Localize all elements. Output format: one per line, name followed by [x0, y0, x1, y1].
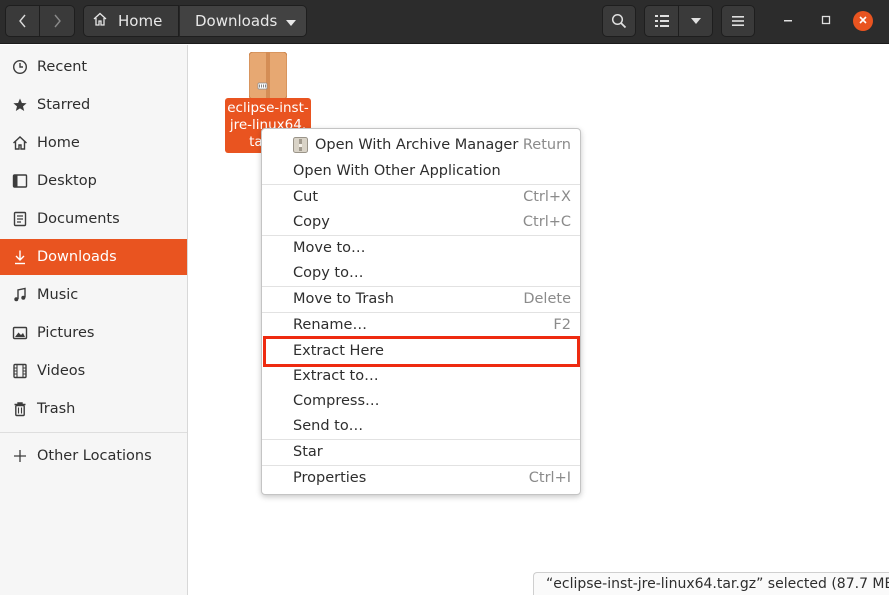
download-icon: [11, 248, 29, 266]
menu-item-label: Copy to…: [293, 265, 364, 281]
menu-item-copy-to[interactable]: Copy to…: [262, 260, 580, 286]
menu-item-open-other-application[interactable]: Open With Other Application: [262, 158, 580, 184]
menu-item-properties[interactable]: Properties Ctrl+I: [262, 465, 580, 491]
path-home-button[interactable]: Home: [83, 5, 179, 37]
menu-item-label: Properties: [293, 470, 367, 486]
sidebar-item-label: Pictures: [37, 325, 95, 341]
file-name-line: eclipse-inst-: [227, 100, 309, 116]
menu-item-send-to[interactable]: Send to…: [262, 413, 580, 439]
sidebar-item-label: Recent: [37, 59, 88, 75]
sidebar-item-recent[interactable]: Recent: [0, 49, 187, 85]
close-button[interactable]: [853, 11, 873, 31]
home-icon: [92, 11, 108, 31]
menu-item-label: Open With Other Application: [293, 163, 501, 179]
menu-item-label: Star: [293, 444, 323, 460]
search-button[interactable]: [602, 5, 636, 37]
sidebar-item-label: Documents: [37, 211, 120, 227]
sidebar-item-downloads[interactable]: Downloads: [0, 239, 187, 275]
sidebar-item-starred[interactable]: Starred: [0, 87, 187, 123]
menu-item-rename[interactable]: Rename… F2: [262, 312, 580, 338]
header-bar: Home Downloads: [0, 0, 889, 44]
caret-down-icon: [690, 18, 701, 24]
sidebar-item-trash[interactable]: Trash: [0, 391, 187, 427]
sidebar-item-other-locations[interactable]: Other Locations: [0, 438, 187, 474]
path-current-label: Downloads: [195, 12, 278, 30]
sidebar-item-label: Downloads: [37, 249, 117, 265]
menu-item-shortcut: Delete: [523, 291, 571, 307]
menu-item-label: Move to…: [293, 240, 366, 256]
view-options-button[interactable]: [679, 5, 713, 37]
back-button[interactable]: [5, 5, 40, 37]
menu-item-shortcut: Return: [522, 137, 571, 153]
extract-here-highlight-box: [263, 336, 580, 367]
sidebar-item-home[interactable]: Home: [0, 125, 187, 161]
sidebar-item-label: Music: [37, 287, 79, 303]
archive-icon[interactable]: [248, 51, 288, 100]
menu-item-label: Open With Archive Manager: [315, 137, 519, 153]
sidebar-item-label: Starred: [37, 97, 91, 113]
menu-item-compress[interactable]: Compress…: [262, 388, 580, 414]
desktop-icon: [11, 172, 29, 190]
status-overlay: “eclipse-inst-jre-linux64.tar.gz” select…: [533, 572, 889, 595]
sidebar-item-label: Trash: [37, 401, 76, 417]
sidebar-item-desktop[interactable]: Desktop: [0, 163, 187, 199]
archive-manager-icon: [293, 137, 308, 153]
search-icon: [611, 13, 627, 29]
menu-item-label: Copy: [293, 214, 330, 230]
menu-item-label: Move to Trash: [293, 291, 394, 307]
menu-item-shortcut: Ctrl+C: [522, 214, 571, 230]
path-downloads-button[interactable]: Downloads: [179, 5, 307, 37]
sidebar-item-videos[interactable]: Videos: [0, 353, 187, 389]
sidebar: Recent Starred Home Desktop Documents Do…: [0, 45, 188, 595]
minimize-button[interactable]: [778, 11, 798, 31]
menu-item-shortcut: Ctrl+X: [523, 189, 571, 205]
menu-item-move-to-trash[interactable]: Move to Trash Delete: [262, 286, 580, 312]
video-icon: [11, 362, 29, 380]
sidebar-item-label: Other Locations: [37, 448, 152, 464]
menu-item-label: Rename…: [293, 317, 367, 333]
document-icon: [11, 210, 29, 228]
menu-item-label: Extract to…: [293, 368, 379, 384]
sidebar-item-music[interactable]: Music: [0, 277, 187, 313]
home-icon: [11, 134, 29, 152]
plus-icon: [11, 447, 29, 465]
minimize-icon: [783, 13, 793, 29]
trash-icon: [11, 400, 29, 418]
menu-item-open-archive-manager[interactable]: Open With Archive Manager Return: [262, 132, 580, 158]
menu-item-shortcut: F2: [553, 317, 571, 333]
sidebar-item-label: Videos: [37, 363, 86, 379]
sidebar-item-label: Desktop: [37, 173, 97, 189]
hamburger-icon: [732, 16, 744, 26]
main-menu-button[interactable]: [721, 5, 755, 37]
caret-down-icon: [286, 12, 296, 30]
menu-item-label: Cut: [293, 189, 318, 205]
menu-item-label: Compress…: [293, 393, 380, 409]
chevron-left-icon: [18, 13, 28, 29]
star-icon: [11, 96, 29, 114]
path-bar: Home Downloads: [83, 5, 307, 37]
picture-icon: [11, 324, 29, 342]
status-text: “eclipse-inst-jre-linux64.tar.gz” select…: [546, 576, 889, 592]
close-icon: [858, 13, 868, 29]
path-home-label: Home: [118, 12, 163, 30]
clock-icon: [11, 58, 29, 76]
maximize-button[interactable]: [816, 11, 836, 31]
menu-item-shortcut: Ctrl+I: [528, 470, 571, 486]
menu-item-label: Send to…: [293, 418, 364, 434]
sidebar-item-pictures[interactable]: Pictures: [0, 315, 187, 351]
menu-item-move-to[interactable]: Move to…: [262, 235, 580, 261]
menu-item-copy[interactable]: Copy Ctrl+C: [262, 209, 580, 235]
sidebar-item-documents[interactable]: Documents: [0, 201, 187, 237]
menu-item-cut[interactable]: Cut Ctrl+X: [262, 184, 580, 210]
sidebar-item-label: Home: [37, 135, 80, 151]
context-menu: Open With Archive Manager Return Open Wi…: [261, 128, 581, 495]
list-view-button[interactable]: [644, 5, 679, 37]
maximize-icon: [821, 13, 831, 29]
music-icon: [11, 286, 29, 304]
menu-item-star[interactable]: Star: [262, 439, 580, 465]
chevron-right-icon: [52, 13, 62, 29]
list-view-icon: [654, 15, 669, 27]
forward-button[interactable]: [40, 5, 75, 37]
sidebar-separator: [0, 432, 187, 433]
